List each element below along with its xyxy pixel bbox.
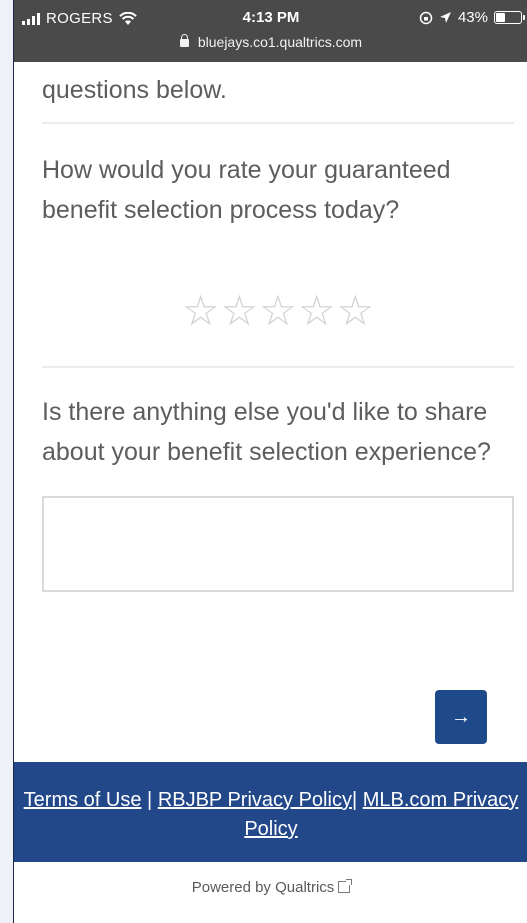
next-button[interactable]: → [435, 690, 487, 744]
location-icon [439, 12, 451, 23]
footer-separator: | [147, 789, 153, 811]
divider [42, 366, 514, 368]
page-background: ROGERS 4:13 PM 43% bluejays.co1.qualtric… [0, 0, 527, 923]
status-right: 43% [419, 9, 525, 26]
powered-by-text: Powered by Qualtrics [191, 879, 335, 896]
footer-separator: | [351, 789, 358, 811]
question-rating-text: How would you rate your guaranteed benef… [42, 156, 451, 224]
terms-link[interactable]: Terms of Use [24, 789, 142, 811]
star-rating[interactable]: ☆ ☆ ☆ ☆ ☆ [42, 290, 514, 332]
survey-content: questions below. How would you rate your… [42, 62, 514, 597]
left-margin [0, 0, 13, 923]
status-bar: ROGERS 4:13 PM 43% bluejays.co1.qualtric… [14, 0, 527, 62]
external-link-icon [338, 879, 353, 893]
powered-by[interactable]: Powered by Qualtrics [14, 862, 527, 923]
rbjbp-privacy-link[interactable]: RBJBP Privacy Policy [158, 789, 352, 811]
star-icon[interactable]: ☆ [182, 290, 220, 332]
footer-links: Terms of Use | RBJBP Privacy Policy| MLB… [14, 786, 527, 844]
intro-text: questions below. [42, 76, 227, 104]
footer: Terms of Use | RBJBP Privacy Policy| MLB… [14, 762, 527, 862]
phone-screen: ROGERS 4:13 PM 43% bluejays.co1.qualtric… [13, 0, 527, 923]
star-icon[interactable]: ☆ [336, 290, 374, 332]
url-text: bluejays.co1.qualtrics.com [197, 34, 363, 50]
battery-level [496, 13, 505, 22]
question-comment-text: Is there anything else you'd like to sha… [42, 398, 491, 466]
battery-icon [494, 11, 525, 24]
star-icon[interactable]: ☆ [259, 290, 297, 332]
star-icon[interactable]: ☆ [221, 290, 259, 332]
star-icon[interactable]: ☆ [298, 290, 336, 332]
battery-percent: 43% [457, 9, 488, 26]
comment-field[interactable] [42, 496, 514, 592]
lock-icon [179, 34, 189, 47]
address-bar[interactable]: bluejays.co1.qualtrics.com [14, 34, 527, 50]
divider [42, 122, 514, 124]
orientation-lock-icon [419, 11, 433, 24]
